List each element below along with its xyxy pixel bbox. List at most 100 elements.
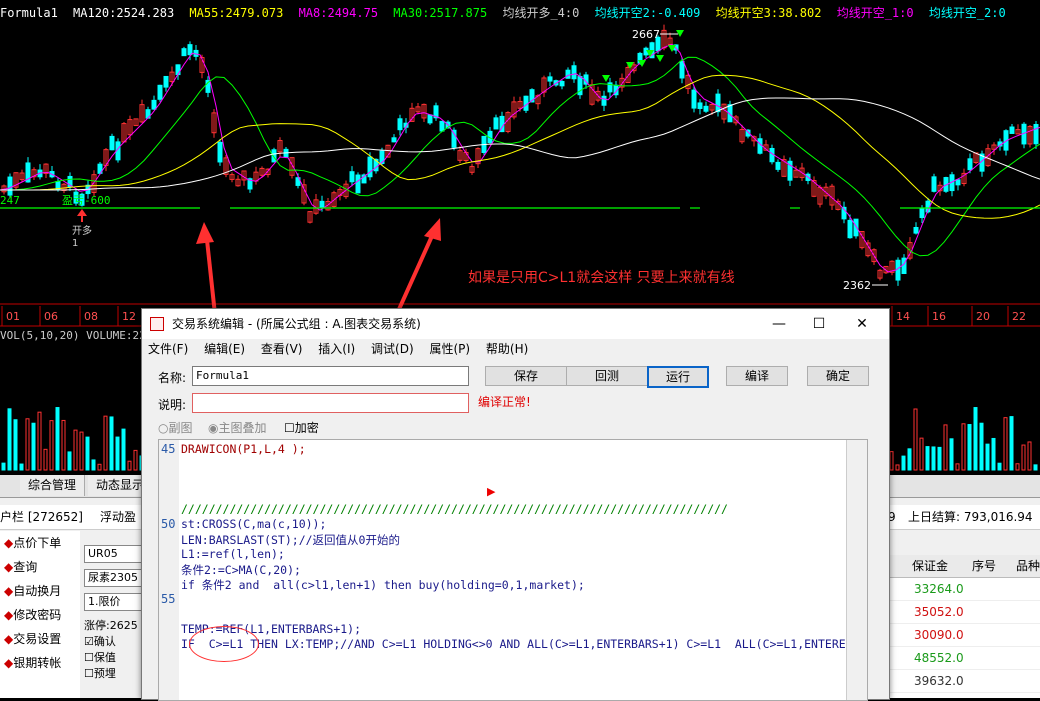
- line-value-label: 247: [0, 194, 20, 207]
- diamond-icon: ◆: [4, 560, 14, 574]
- close-icon[interactable]: ✕: [842, 309, 882, 339]
- description-input[interactable]: [192, 393, 469, 413]
- header-product[interactable]: 品种: [1016, 555, 1040, 577]
- menu-query[interactable]: ◆查询: [0, 555, 80, 579]
- date-tick: 08: [84, 310, 98, 323]
- previous-settlement: 上日结算: 793,016.94: [908, 510, 1033, 524]
- menu-bank-transfer[interactable]: ◆银期转帐: [0, 651, 80, 675]
- dialog-title: 交易系统编辑 - (所属公式组 : A.图表交易系统): [172, 317, 421, 331]
- code-line-51[interactable]: LEN:BARSLAST(ST);//返回值从0开始的: [181, 532, 400, 548]
- menu-file[interactable]: 文件(F): [148, 342, 188, 356]
- legend-item5: 均线开空_2:0: [928, 6, 1006, 20]
- encrypt-checkbox[interactable]: ☐加密: [284, 419, 319, 436]
- menu-edit[interactable]: 编辑(E): [204, 342, 245, 356]
- legend-item4: 均线开空_1:0: [836, 6, 914, 20]
- diamond-icon: ◆: [4, 656, 14, 670]
- run-button[interactable]: 运行: [647, 366, 709, 388]
- chart-annotation: 如果是只用C>L1就会这样 只要上来就有线: [468, 269, 735, 286]
- menu-auto-rollover[interactable]: ◆自动换月: [0, 579, 80, 603]
- check-confirm[interactable]: ☑确认: [84, 633, 144, 649]
- menu-change-password[interactable]: ◆修改密码: [0, 603, 80, 627]
- diamond-icon: ◆: [4, 608, 14, 622]
- high-price-label: 2667: [632, 28, 660, 41]
- menu-price-order[interactable]: ◆点价下单: [0, 531, 80, 555]
- diamond-icon: ◆: [4, 584, 14, 598]
- code-line-53[interactable]: 条件2:=C>MA(C,20);: [181, 562, 301, 578]
- code-line-54[interactable]: if 条件2 and all(c>l1,len+1) then buy(hold…: [181, 577, 585, 593]
- check-hedge[interactable]: ☐保值: [84, 649, 144, 665]
- minimize-icon[interactable]: —: [759, 309, 799, 339]
- line-number: 55: [161, 592, 176, 606]
- header-margin[interactable]: 保证金: [912, 555, 948, 577]
- radio-main-overlay[interactable]: ◉主图叠加: [208, 419, 267, 436]
- trade-menu: ◆点价下单 ◆查询 ◆自动换月 ◆修改密码 ◆交易设置 ◆银期转帐: [0, 531, 80, 698]
- date-tick: 16: [932, 310, 946, 323]
- table-row[interactable]: 39632.0: [890, 670, 1040, 693]
- menu-trade-settings[interactable]: ◆交易设置: [0, 627, 80, 651]
- account-id: 户栏 [272652]: [0, 510, 83, 524]
- menu-debug[interactable]: 调试(D): [371, 342, 414, 356]
- compile-button[interactable]: 编译: [726, 366, 788, 386]
- name-input[interactable]: Formula1: [192, 366, 469, 386]
- contract-code-input[interactable]: UR05: [84, 545, 144, 563]
- code-editor[interactable]: 45 50 55 DRAWICON(P1,L,4 ); ▶ //////////…: [158, 439, 868, 701]
- date-tick: 14: [896, 310, 910, 323]
- tab-general-management[interactable]: 综合管理: [20, 475, 86, 496]
- legend-ma120: MA120:2524.283: [73, 6, 175, 20]
- floating-pnl: 浮动盈: [100, 510, 137, 524]
- table-row[interactable]: 48552.0: [890, 647, 1040, 670]
- menu-help[interactable]: 帮助(H): [486, 342, 528, 356]
- menu-view[interactable]: 查看(V): [261, 342, 303, 356]
- dialog-titlebar[interactable]: 交易系统编辑 - (所属公式组 : A.图表交易系统) — ☐ ✕: [142, 309, 889, 339]
- code-separator[interactable]: ////////////////////////////////////////…: [181, 502, 728, 516]
- line-number-gutter: [159, 440, 179, 700]
- app-icon: [150, 317, 164, 331]
- date-tick: 22: [1012, 310, 1026, 323]
- horizontal-scrollbar[interactable]: [159, 692, 847, 700]
- order-form: UR05 尿素2305 1.限价 涨停:2625 ☑确认 ☐保值 ☐预埋: [84, 545, 144, 681]
- positions-table: 保证金 序号 品种 33264.0 35052.0 30090.0 48552.…: [890, 555, 1040, 698]
- legend-item3: 均线开空3:38.802: [715, 6, 822, 20]
- table-row[interactable]: 35052.0: [890, 601, 1040, 624]
- date-tick: 06: [44, 310, 58, 323]
- menu-properties[interactable]: 属性(P): [429, 342, 470, 356]
- low-price-label: 2362: [843, 279, 871, 292]
- menu-insert[interactable]: 插入(I): [318, 342, 355, 356]
- volume-legend: VOL(5,10,20) VOLUME:22: [0, 329, 146, 342]
- radio-sub-chart[interactable]: ○副图: [158, 419, 193, 436]
- trading-system-editor-dialog: 交易系统编辑 - (所属公式组 : A.图表交易系统) — ☐ ✕ 文件(F) …: [141, 308, 890, 701]
- ok-button[interactable]: 确定: [807, 366, 869, 386]
- diamond-icon: ◆: [4, 536, 14, 550]
- dialog-menubar: 文件(F) 编辑(E) 查看(V) 插入(I) 调试(D) 属性(P) 帮助(H…: [142, 339, 889, 359]
- backtest-button[interactable]: 回测: [566, 366, 648, 386]
- highlight-ellipse: [189, 626, 259, 662]
- limit-up-price: 涨停:2625: [84, 619, 138, 632]
- legend-item2: 均线开空2:-0.409: [594, 6, 701, 20]
- legend-ma8: MA8:2494.75: [298, 6, 379, 20]
- code-line-52[interactable]: L1:=ref(l,len);: [181, 547, 285, 561]
- maximize-icon[interactable]: ☐: [799, 309, 839, 339]
- legend-ma55: MA55:2479.073: [189, 6, 284, 20]
- vertical-scrollbar[interactable]: [846, 440, 867, 700]
- save-button[interactable]: 保存: [485, 366, 567, 386]
- open-long-label: 开多: [72, 224, 92, 237]
- table-row[interactable]: 33264.0: [890, 578, 1040, 601]
- name-label: 名称:: [158, 371, 187, 385]
- contract-name[interactable]: 尿素2305: [84, 569, 144, 587]
- table-header: 保证金 序号 品种: [890, 555, 1040, 578]
- date-tick: 20: [976, 310, 990, 323]
- order-type-select[interactable]: 1.限价: [84, 593, 144, 611]
- legend-item1: 均线开多_4:0: [502, 6, 580, 20]
- legend-formula: Formula1: [0, 6, 58, 20]
- indicator-legend: Formula1 MA120:2524.283 MA55:2479.073 MA…: [0, 4, 1014, 22]
- table-row[interactable]: 30090.0: [890, 624, 1040, 647]
- header-index[interactable]: 序号: [972, 555, 996, 577]
- code-line-57[interactable]: IF C>=L1 THEN LX:TEMP;//AND C>=L1 HOLDIN…: [181, 637, 846, 651]
- check-preorder[interactable]: ☐预埋: [84, 665, 144, 681]
- date-tick: 12: [122, 310, 136, 323]
- date-tick: 01: [6, 310, 20, 323]
- line-number: 50: [161, 517, 176, 531]
- code-line-45[interactable]: DRAWICON(P1,L,4 );: [181, 442, 306, 456]
- code-line-50[interactable]: st:CROSS(C,ma(c,10));: [181, 517, 326, 531]
- diamond-icon: ◆: [4, 632, 14, 646]
